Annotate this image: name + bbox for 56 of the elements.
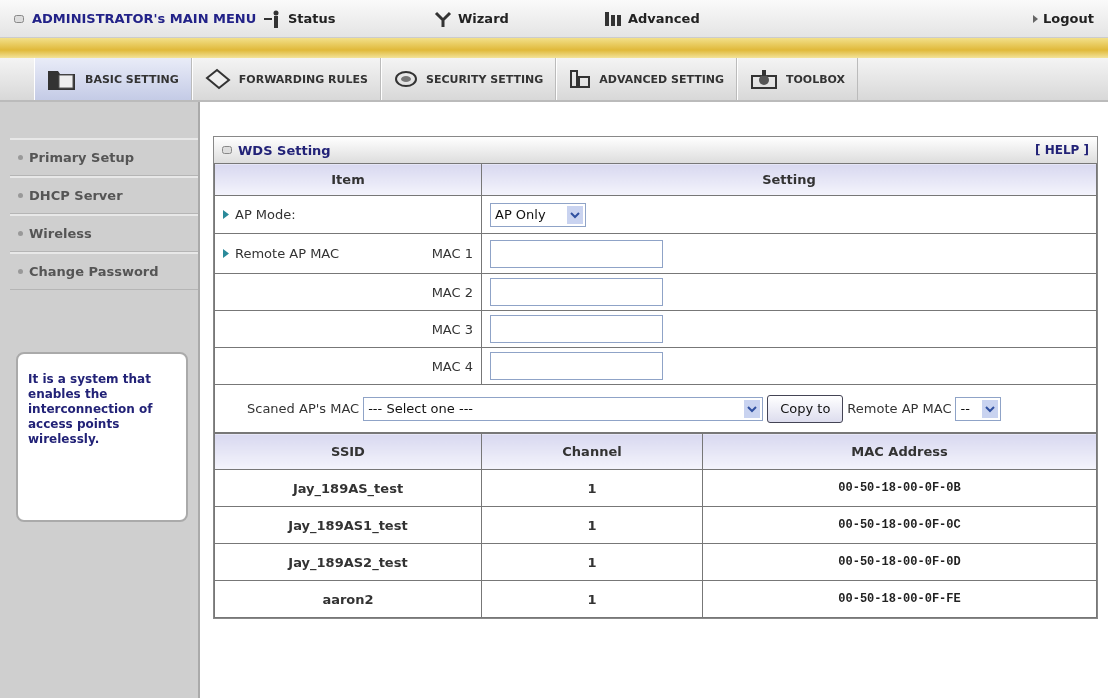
menu-tab[interactable]: FORWARDING RULES — [191, 58, 381, 100]
menu-tab[interactable]: TOOLBOX — [737, 58, 859, 100]
channel-cell: 1 — [481, 543, 703, 581]
sidebar-item[interactable]: Wireless — [10, 214, 198, 252]
logout-link[interactable]: Logout — [1033, 11, 1094, 26]
top-menu-link[interactable]: Advanced — [604, 10, 774, 27]
square-icon — [14, 14, 24, 23]
mac-address-cell: 00-50-18-00-0F-FE — [702, 580, 1097, 618]
scan-label: Scaned AP's MAC — [247, 401, 360, 416]
mac-address-cell: 00-50-18-00-0F-0D — [702, 543, 1097, 581]
panel-title: WDS Setting — [222, 142, 331, 158]
column-header: Item — [214, 163, 482, 196]
main-menu-title: ADMINISTRATOR's MAIN MENU — [14, 11, 264, 26]
column-header: Setting — [481, 163, 1097, 196]
top-menu-link[interactable]: Status — [264, 9, 434, 28]
target-label: Remote AP MAC — [847, 401, 952, 416]
sidebar-item[interactable]: Change Password — [10, 252, 198, 290]
mac-input[interactable] — [490, 278, 663, 306]
triangle-icon — [223, 210, 229, 219]
ssid-cell: Jay_189AS_test — [214, 469, 482, 507]
mac-label: MAC 3 — [431, 321, 473, 337]
mac-label: MAC 4 — [431, 358, 473, 374]
column-header: MAC Address — [702, 433, 1097, 470]
field-label: AP Mode: — [223, 207, 296, 222]
mac-address-cell: 00-50-18-00-0F-0B — [702, 469, 1097, 507]
sidebar-item[interactable]: Primary Setup — [10, 138, 198, 176]
target-select[interactable]: -- — [955, 396, 1002, 421]
mac-input[interactable] — [490, 239, 663, 268]
menu-tab[interactable]: SECURITY SETTING — [380, 58, 557, 100]
field-label: Remote AP MAC — [223, 246, 340, 261]
ap-select[interactable]: --- Select one --- — [363, 396, 764, 421]
mac-label: MAC 1 — [431, 246, 473, 261]
info-box: It is a system that enables the interconnection of access points wirelessly. — [16, 352, 188, 522]
sidebar-item[interactable]: DHCP Server — [10, 176, 198, 214]
channel-cell: 1 — [481, 469, 703, 507]
mode-select[interactable]: AP Only — [490, 202, 586, 227]
ssid-cell: Jay_189AS1_test — [214, 506, 482, 544]
toolbox-icon — [750, 68, 778, 90]
mac-label: MAC 2 — [431, 284, 473, 300]
menu-tab[interactable]: ADVANCED SETTING — [556, 58, 737, 100]
mac-input[interactable] — [490, 315, 663, 343]
column-header: Channel — [481, 433, 703, 470]
help-link[interactable]: [ HELP ] — [1035, 143, 1089, 157]
channel-cell: 1 — [481, 580, 703, 618]
top-menu-link[interactable]: Wizard — [434, 10, 604, 27]
menu-tab[interactable]: BASIC SETTING — [34, 58, 192, 100]
triangle-icon — [1033, 14, 1039, 23]
column-header: SSID — [214, 433, 482, 470]
mac-address-cell: 00-50-18-00-0F-0C — [702, 506, 1097, 544]
square-icon — [222, 146, 232, 154]
triangle-icon — [223, 249, 229, 258]
mac-input[interactable] — [490, 352, 663, 380]
copy-button[interactable]: Copy to — [767, 394, 844, 423]
channel-cell: 1 — [481, 506, 703, 544]
ssid-cell: Jay_189AS2_test — [214, 543, 482, 581]
ssid-cell: aaron2 — [214, 580, 482, 618]
